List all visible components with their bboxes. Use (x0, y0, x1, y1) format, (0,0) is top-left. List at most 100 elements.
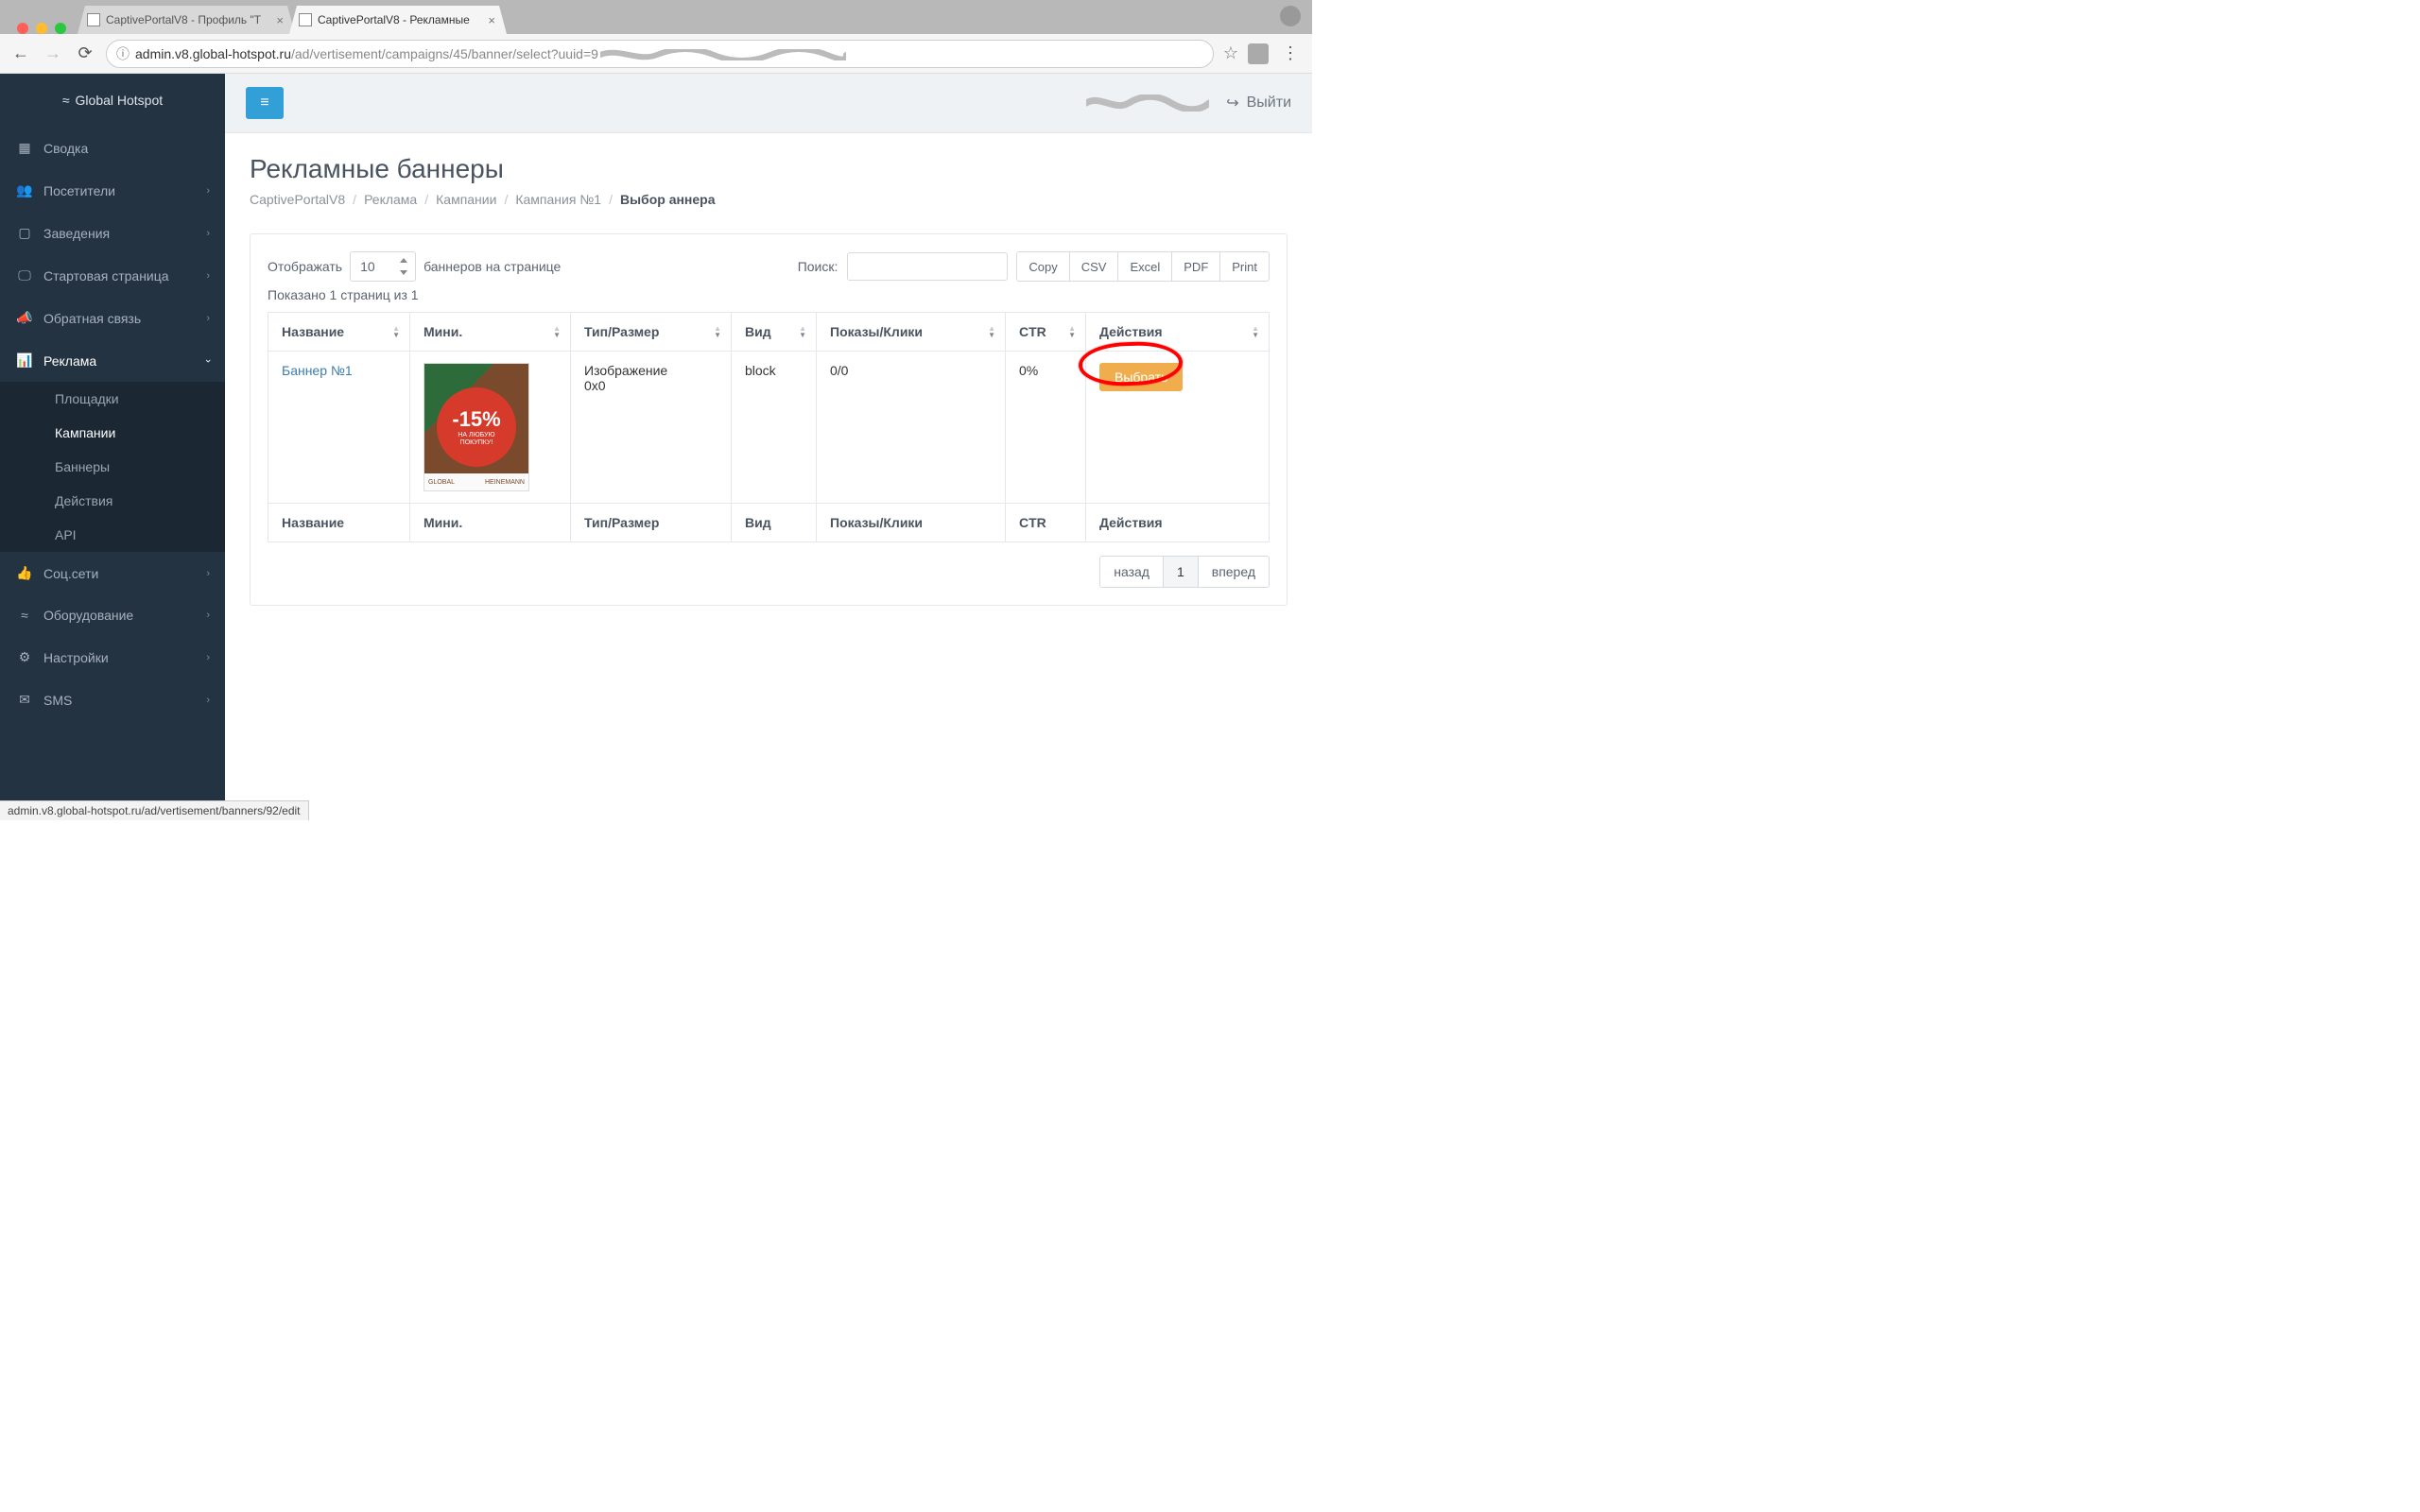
sort-icon[interactable]: ▲▼ (988, 325, 995, 338)
breadcrumb-link[interactable]: Реклама (364, 192, 417, 207)
sort-icon[interactable]: ▲▼ (714, 325, 721, 338)
banner-thumbnail[interactable]: -15%НА ЛЮБУЮПОКУПКУ!GLOBALHEINEMANN (424, 363, 529, 491)
column-header[interactable]: CTR▲▼ (1006, 313, 1086, 352)
breadcrumb-link[interactable]: CaptivePortalV8 (250, 192, 345, 207)
column-header[interactable]: Тип/Размер▲▼ (571, 313, 732, 352)
sidebar-item-SMS[interactable]: ✉SMS› (0, 679, 225, 721)
breadcrumb-link[interactable]: Кампании (436, 192, 496, 207)
pagination: назад1вперед (268, 556, 1270, 588)
sidebar-item-Заведения[interactable]: ▢Заведения› (0, 212, 225, 254)
bookmark-icon[interactable]: ☆ (1223, 43, 1238, 63)
sidebar-subitem-Действия[interactable]: Действия (0, 484, 225, 518)
sidebar-subitem-Кампании[interactable]: Кампании (0, 416, 225, 450)
sidebar-item-label: Настройки (43, 650, 109, 665)
banner-name-link[interactable]: Баннер №1 (282, 363, 353, 378)
ctr-cell: 0% (1006, 352, 1086, 504)
export-pdf-button[interactable]: PDF (1171, 251, 1220, 282)
sidebar-subitem-API[interactable]: API (0, 518, 225, 552)
pagination-page[interactable]: 1 (1163, 556, 1199, 588)
sort-icon[interactable]: ▲▼ (392, 325, 400, 338)
extension-icon[interactable] (1248, 43, 1269, 64)
column-header[interactable]: Мини.▲▼ (410, 313, 571, 352)
sidebar-item-label: Обратная связь (43, 311, 141, 326)
column-footer: Тип/Размер (571, 504, 732, 542)
logout-button[interactable]: ↪ Выйти (1226, 94, 1291, 112)
sidebar-subitem-Площадки[interactable]: Площадки (0, 382, 225, 416)
sidebar-item-Соц.сети[interactable]: 👍Соц.сети› (0, 552, 225, 594)
reload-button[interactable]: ⟳ (74, 43, 96, 65)
wifi-icon: ≈ (17, 608, 32, 623)
tab-title: CaptivePortalV8 - Профиль "Т (106, 13, 261, 26)
browser-tab-inactive[interactable]: CaptivePortalV8 - Профиль "Т × (78, 6, 295, 34)
sidebar-item-label: Реклама (43, 353, 96, 369)
export-copy-button[interactable]: Copy (1016, 251, 1069, 282)
page-icon (87, 13, 100, 26)
forward-button[interactable]: → (42, 43, 64, 65)
pagination-prev[interactable]: назад (1099, 556, 1164, 588)
sidebar: ≈ Global Hotspot ▦Сводка👥Посетители›▢Зав… (0, 74, 225, 820)
site-info-icon[interactable]: ⓘ (116, 44, 130, 63)
sidebar-item-Стартовая страница[interactable]: 🖵 Стартовая страница › (0, 254, 225, 297)
close-window-icon[interactable] (17, 23, 28, 34)
monitor-icon: 🖵 (17, 267, 32, 284)
chevron-icon: › (206, 270, 210, 282)
export-excel-button[interactable]: Excel (1117, 251, 1172, 282)
column-footer: Название (268, 504, 410, 542)
column-header[interactable]: Название▲▼ (268, 313, 410, 352)
chevron-icon: › (206, 695, 210, 706)
impressions-cell: 0/0 (817, 352, 1006, 504)
browser-chrome: CaptivePortalV8 - Профиль "Т × CaptivePo… (0, 0, 1312, 74)
close-tab-icon[interactable]: × (488, 13, 495, 27)
column-header[interactable]: Показы/Клики▲▼ (817, 313, 1006, 352)
close-tab-icon[interactable]: × (276, 13, 284, 27)
sort-icon[interactable]: ▲▼ (799, 325, 806, 338)
sort-icon[interactable]: ▲▼ (1068, 325, 1076, 338)
search-input[interactable] (847, 252, 1008, 281)
sort-icon[interactable]: ▲▼ (1252, 325, 1259, 338)
url-path: /ad/vertisement/campaigns/45/banner/sele… (291, 46, 598, 61)
export-csv-button[interactable]: CSV (1069, 251, 1119, 282)
sidebar-item-label: Оборудование (43, 608, 133, 623)
wifi-icon: ≈ (62, 93, 70, 108)
page-title: Рекламные баннеры (250, 154, 1288, 184)
browser-menu-icon[interactable]: ⋮ (1278, 43, 1303, 63)
sidebar-item-Оборудование[interactable]: ≈Оборудование› (0, 594, 225, 636)
sort-icon[interactable]: ▲▼ (553, 325, 561, 338)
page-info: Показано 1 страниц из 1 (268, 287, 1270, 302)
breadcrumb: CaptivePortalV8/Реклама/Кампании/Кампани… (250, 192, 1288, 207)
pagination-next[interactable]: вперед (1198, 556, 1270, 588)
users-icon: 👥 (17, 182, 32, 198)
breadcrumb-link[interactable]: Кампания №1 (515, 192, 601, 207)
chevron-icon: › (206, 185, 210, 197)
tablet-icon: ▢ (17, 225, 32, 241)
chevron-icon: › (206, 568, 210, 579)
page-length-select[interactable]: 10 (350, 251, 416, 282)
column-header[interactable]: Действия▲▼ (1086, 313, 1270, 352)
sidebar-item-label: SMS (43, 693, 72, 708)
export-print-button[interactable]: Print (1219, 251, 1270, 282)
grid-icon: ▦ (17, 140, 32, 156)
toggle-sidebar-button[interactable]: ≡ (246, 87, 284, 119)
browser-tab-active[interactable]: CaptivePortalV8 - Рекламные × (289, 6, 507, 34)
maximize-window-icon[interactable] (55, 23, 66, 34)
address-bar[interactable]: ⓘ admin.v8.global-hotspot.ru/ad/vertisem… (106, 40, 1214, 68)
column-footer: Действия (1086, 504, 1270, 542)
sidebar-item-label: Стартовая страница (43, 268, 169, 284)
sidebar-item-Посетители[interactable]: 👥Посетители› (0, 169, 225, 212)
sidebar-item-Реклама[interactable]: 📊Реклама› (0, 339, 225, 382)
column-header[interactable]: Вид▲▼ (732, 313, 817, 352)
back-button[interactable]: ← (9, 43, 32, 65)
select-button[interactable]: Выбрать (1099, 363, 1183, 391)
sidebar-item-Сводка[interactable]: ▦Сводка (0, 127, 225, 169)
search-label: Поиск: (798, 259, 838, 274)
column-footer: Показы/Клики (817, 504, 1006, 542)
topbar: ≡ ↪ Выйти (225, 74, 1312, 132)
user-avatar-icon[interactable] (1280, 6, 1301, 26)
brand: ≈ Global Hotspot (0, 74, 225, 127)
sidebar-item-Обратная связь[interactable]: 📣Обратная связь› (0, 297, 225, 339)
breadcrumb-current: Выбор аннера (620, 192, 716, 207)
sidebar-subitem-Баннеры[interactable]: Баннеры (0, 450, 225, 484)
minimize-window-icon[interactable] (36, 23, 47, 34)
kind-cell: block (732, 352, 817, 504)
sidebar-item-Настройки[interactable]: ⚙Настройки› (0, 636, 225, 679)
